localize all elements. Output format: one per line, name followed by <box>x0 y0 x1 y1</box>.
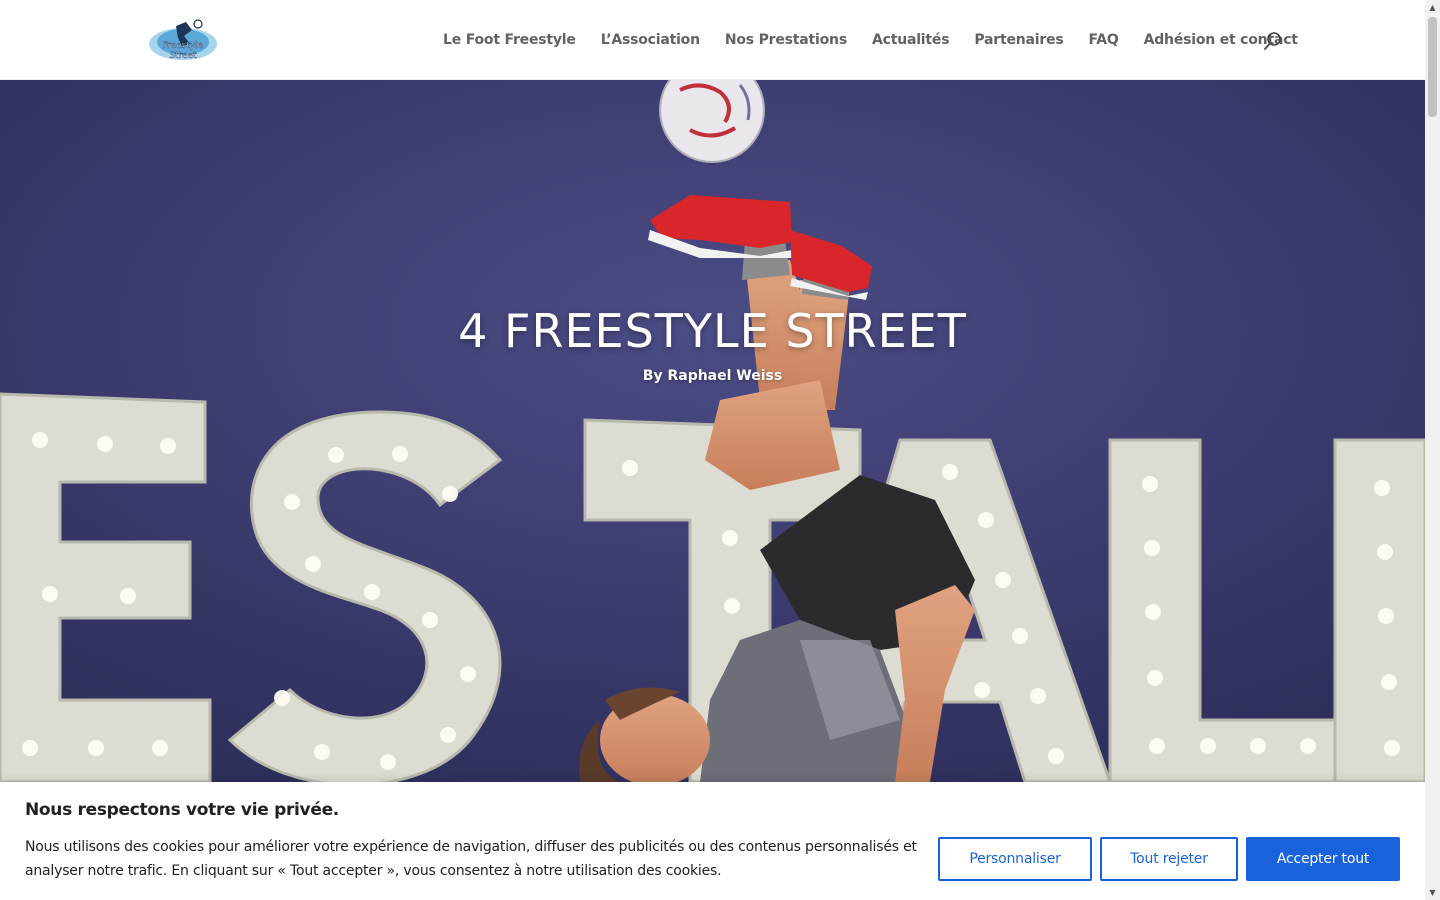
nav-item-association[interactable]: L’Association <box>601 32 700 48</box>
post-title: 4 FREESTYLE STREET <box>458 304 967 358</box>
svg-text:Street: Street <box>169 51 197 61</box>
page-scrollbar[interactable]: ▲ ▼ <box>1425 0 1440 900</box>
search-icon[interactable] <box>1263 31 1283 51</box>
nav-item-faq[interactable]: FAQ <box>1089 32 1119 48</box>
svg-text:Freestyle: Freestyle <box>163 41 204 51</box>
cookie-title: Nous respectons votre vie privée. <box>25 800 339 820</box>
site-logo[interactable]: Freestyle Street <box>146 18 220 64</box>
cookie-banner: Nous respectons votre vie privée. Nous u… <box>0 782 1425 900</box>
hero-section: 4 FREESTYLE STREET By Raphael Weiss <box>0 80 1425 782</box>
main-nav: Le Foot Freestyle L’Association Nos Pres… <box>443 0 1298 80</box>
scroll-up-arrow-icon[interactable]: ▲ <box>1425 0 1440 15</box>
hero-image <box>0 80 1425 782</box>
accept-all-button[interactable]: Accepter tout <box>1246 837 1400 881</box>
scrollbar-thumb[interactable] <box>1428 17 1437 117</box>
nav-item-foot-freestyle[interactable]: Le Foot Freestyle <box>443 32 576 48</box>
reject-all-button[interactable]: Tout rejeter <box>1100 837 1238 881</box>
nav-item-prestations[interactable]: Nos Prestations <box>725 32 847 48</box>
cookie-description: Nous utilisons des cookies pour améliore… <box>25 839 917 879</box>
nav-item-actualites[interactable]: Actualités <box>872 32 950 48</box>
post-author: By Raphael Weiss <box>642 368 783 384</box>
site-header: Freestyle Street Le Foot Freestyle L’Ass… <box>0 0 1425 80</box>
customize-button[interactable]: Personnaliser <box>938 837 1092 881</box>
scroll-down-arrow-icon[interactable]: ▼ <box>1425 885 1440 900</box>
nav-item-partenaires[interactable]: Partenaires <box>974 32 1063 48</box>
